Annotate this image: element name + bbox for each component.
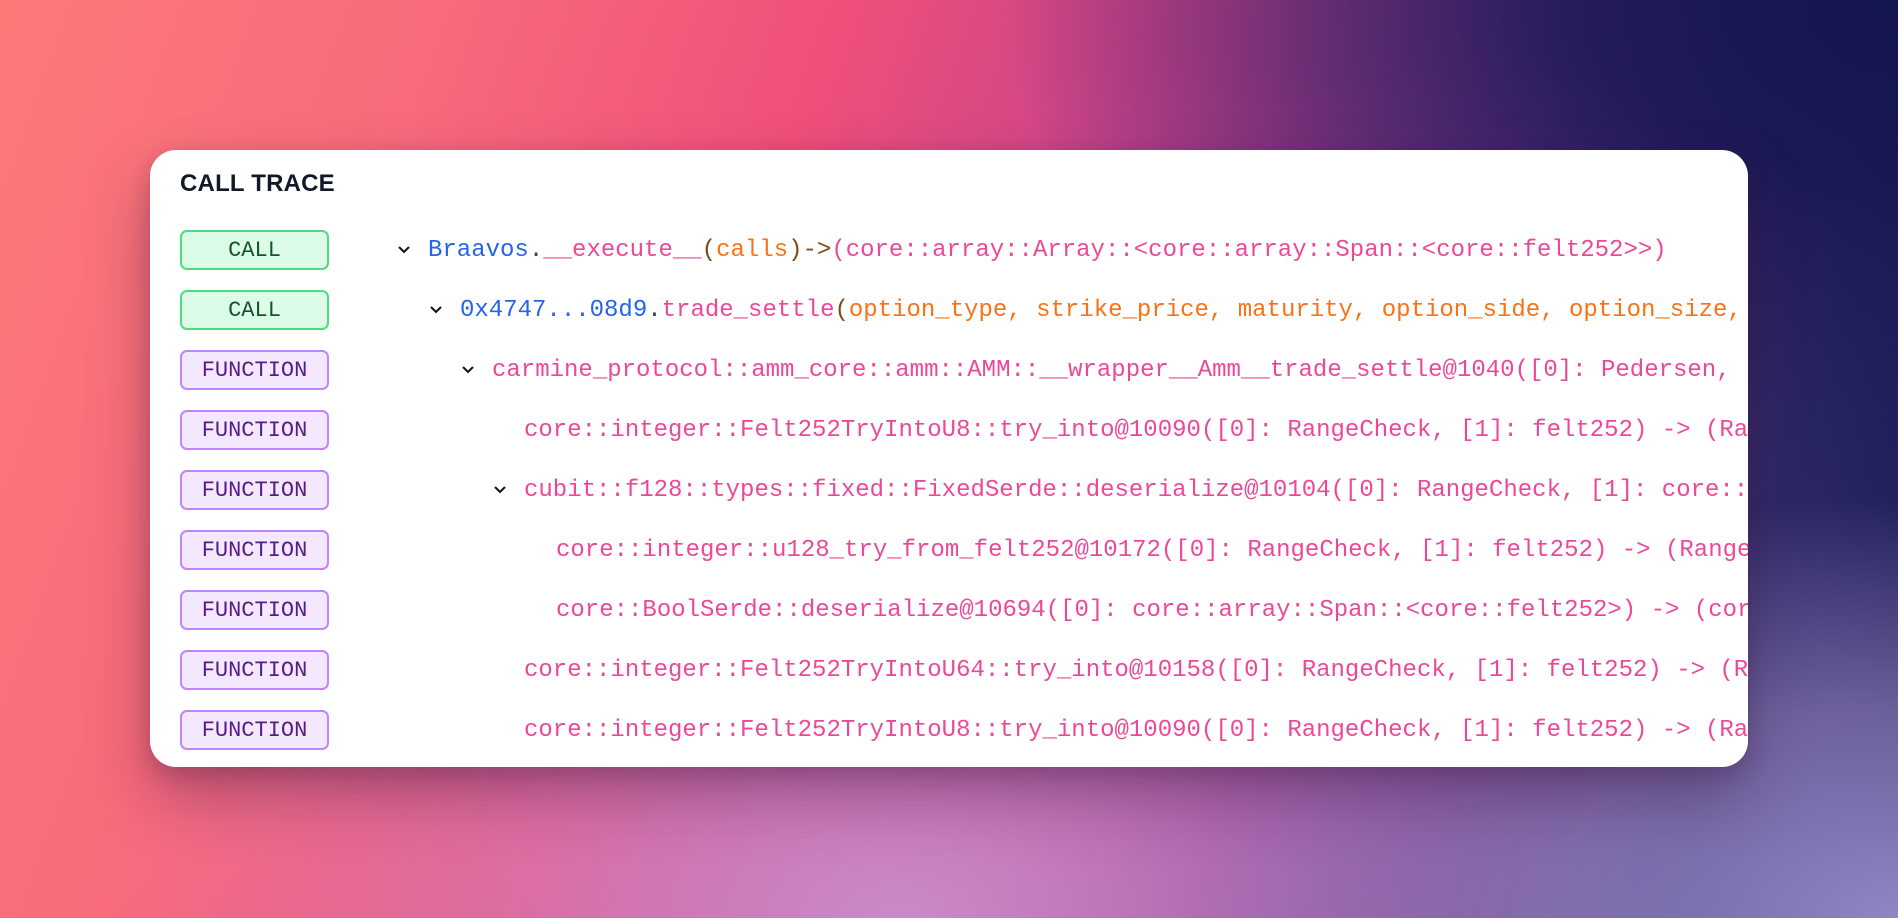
- function-type-badge: FUNCTION: [180, 350, 329, 390]
- trace-row[interactable]: CALL Braavos. __execute__(calls) -> (core::…: [150, 230, 1748, 290]
- contract-name[interactable]: Braavos: [428, 237, 529, 264]
- trace-entry[interactable]: Braavos. __execute__(calls) -> (core::array…: [428, 230, 1667, 270]
- call-type-badge: CALL: [180, 290, 329, 330]
- trace-entry[interactable]: 0x4747...08d9. trade_settle(option_type, …: [460, 290, 1748, 330]
- call-type-badge: CALL: [180, 230, 329, 270]
- paren-open: (: [701, 236, 717, 264]
- chevron-down-icon[interactable]: [426, 290, 446, 330]
- trace-row[interactable]: FUNCTION core::BoolSerde::deserialize@10…: [150, 590, 1748, 650]
- function-signature[interactable]: carmine_protocol::amm_core::amm::AMM::__…: [492, 350, 1748, 390]
- function-type-badge: FUNCTION: [180, 710, 329, 750]
- function-type-badge: FUNCTION: [180, 410, 329, 450]
- arguments: calls: [716, 236, 789, 264]
- function-signature[interactable]: core::integer::Felt252TryIntoU64::try_in…: [524, 650, 1748, 690]
- trace-row[interactable]: FUNCTION core::integer::Felt252TryIntoU6…: [150, 650, 1748, 710]
- paren-close: ): [788, 236, 803, 264]
- trace-row[interactable]: FUNCTION core::integer::Felt252TryIntoU8…: [150, 710, 1748, 767]
- contract-address[interactable]: 0x4747...08d9: [460, 297, 647, 324]
- trace-row[interactable]: FUNCTION core::integer::Felt252TryIntoU8…: [150, 410, 1748, 470]
- function-type-badge: FUNCTION: [180, 650, 329, 690]
- function-name: __execute__: [543, 236, 702, 264]
- chevron-down-icon[interactable]: [490, 470, 510, 510]
- function-name: trade_settle: [661, 296, 835, 324]
- return-type: (core::array::Array::<core::array::Span:…: [831, 236, 1667, 264]
- paren-open: (: [834, 296, 849, 324]
- function-signature[interactable]: core::integer::Felt252TryIntoU8::try_int…: [524, 710, 1748, 750]
- function-signature[interactable]: cubit::f128::types::fixed::FixedSerde::d…: [524, 470, 1748, 510]
- trace-row[interactable]: CALL 0x4747...08d9. trade_settle(option_t…: [150, 290, 1748, 350]
- chevron-down-icon[interactable]: [394, 230, 414, 270]
- function-signature[interactable]: core::integer::Felt252TryIntoU8::try_int…: [524, 410, 1748, 450]
- trace-row[interactable]: FUNCTION core::integer::u128_try_from_fe…: [150, 530, 1748, 590]
- trace-row[interactable]: FUNCTION cubit::f128::types::fixed::Fixe…: [150, 470, 1748, 530]
- trace-list: CALL Braavos. __execute__(calls) -> (core::…: [150, 230, 1748, 767]
- separator: .: [528, 236, 544, 264]
- arguments: option_type, strike_price, maturity, opt…: [848, 296, 1748, 324]
- panel-title: CALL TRACE: [180, 170, 335, 197]
- function-signature[interactable]: core::integer::u128_try_from_felt252@101…: [556, 530, 1748, 570]
- call-trace-panel: CALL TRACE CALL Braavos. __execute__(call…: [150, 150, 1748, 767]
- function-type-badge: FUNCTION: [180, 530, 329, 570]
- function-type-badge: FUNCTION: [180, 590, 329, 630]
- trace-row[interactable]: FUNCTION carmine_protocol::amm_core::amm…: [150, 350, 1748, 410]
- function-type-badge: FUNCTION: [180, 470, 329, 510]
- chevron-down-icon[interactable]: [458, 350, 478, 390]
- return-arrow: ->: [802, 236, 832, 264]
- separator: .: [647, 296, 662, 324]
- function-signature[interactable]: core::BoolSerde::deserialize@10694([0]: …: [556, 590, 1748, 630]
